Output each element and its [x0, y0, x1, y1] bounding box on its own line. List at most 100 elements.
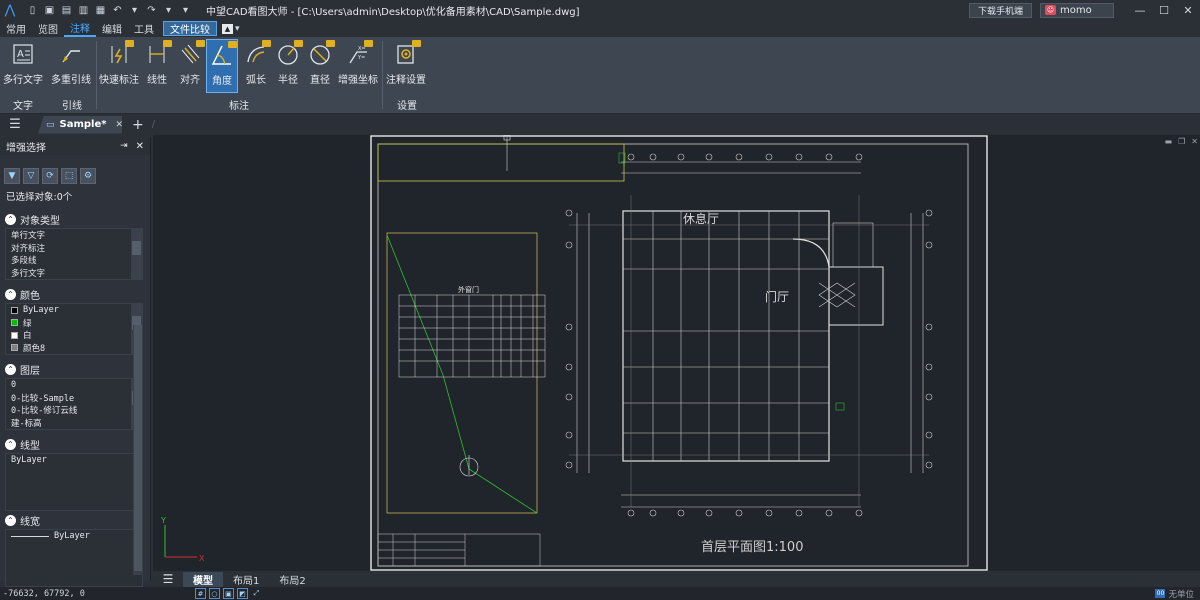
- pin-panel-icon[interactable]: ⇥: [120, 141, 128, 152]
- menu-tab-common[interactable]: 常用: [0, 20, 32, 37]
- section-header[interactable]: ⌃ 图层: [5, 362, 143, 377]
- menu-tab-view[interactable]: 览图: [32, 20, 64, 37]
- grid-icon[interactable]: #: [194, 588, 206, 599]
- collapse-icon[interactable]: ⌃: [5, 515, 16, 526]
- color-name: 颜色8: [23, 343, 46, 354]
- download-mobile-button[interactable]: 下载手机端: [968, 2, 1032, 18]
- ribbon-style-dropdown-icon[interactable]: ▲: [222, 23, 233, 34]
- close-tab-icon[interactable]: ✕: [115, 120, 122, 130]
- list-item[interactable]: 多段线: [6, 254, 142, 267]
- open-file-icon[interactable]: ▣: [43, 4, 56, 17]
- mtext-button[interactable]: A 多行文字: [3, 39, 43, 89]
- print-icon[interactable]: ▦: [94, 4, 107, 17]
- section-header[interactable]: ⌃ 线型: [5, 437, 143, 452]
- radius-dimension-button[interactable]: 半径: [273, 39, 303, 89]
- collapse-icon[interactable]: ⌃: [5, 364, 16, 375]
- quick-dimension-icon: [104, 39, 134, 69]
- list-item[interactable]: 对齐标注: [6, 242, 142, 255]
- close-icon[interactable]: ✕: [1176, 0, 1200, 20]
- redo-icon[interactable]: ↷: [145, 4, 158, 17]
- undo-icon[interactable]: ↶: [111, 4, 124, 17]
- redo-dropdown-icon[interactable]: ▾: [162, 4, 175, 17]
- snap-icon[interactable]: ○: [208, 588, 220, 599]
- clear-filter-icon[interactable]: ▽: [23, 168, 39, 184]
- drawing-canvas[interactable]: ▬ ❐ ✕ 外窗门 休息厅 门厅 首层平面图1:100 Y X: [153, 134, 1200, 571]
- collapse-icon[interactable]: ⌃: [5, 439, 16, 450]
- layout-tab-layout1[interactable]: 布局1: [223, 572, 269, 587]
- canvas-close-icon[interactable]: ✕: [1191, 137, 1198, 146]
- list-item[interactable]: ByLayer: [6, 304, 142, 317]
- multileader-button[interactable]: 多重引线: [50, 39, 92, 89]
- menu-tab-annotate[interactable]: 注释: [64, 20, 96, 37]
- layout-tab-model[interactable]: 模型: [183, 571, 223, 587]
- canvas-restore-icon[interactable]: ❐: [1178, 137, 1185, 146]
- angular-dimension-button[interactable]: 角度: [206, 39, 238, 93]
- layer-list[interactable]: 0 0-比较-Sample 0-比较-修订云线 建-标高: [5, 378, 143, 430]
- object-snap-icon[interactable]: ◩: [236, 588, 248, 599]
- list-item[interactable]: 0-比较-修订云线: [6, 404, 142, 417]
- minimize-icon[interactable]: —: [1128, 0, 1152, 20]
- enhanced-selection-panel: 增强选择 ⇥ ✕ ▼ ▽ ⟳ ⬚ ⚙ 已选择对象:0个 ⌃ 对象类型 单行文字 对…: [0, 137, 151, 587]
- panel-scrollbar[interactable]: [133, 325, 143, 575]
- list-item[interactable]: 绿: [6, 317, 142, 330]
- fullscreen-icon[interactable]: ⤢: [251, 588, 262, 599]
- list-item[interactable]: 单行文字: [6, 229, 142, 242]
- annotation-settings-button[interactable]: 注释设置: [386, 39, 426, 89]
- canvas-minimize-icon[interactable]: ▬: [1165, 137, 1173, 146]
- new-file-icon[interactable]: ▯: [26, 4, 39, 17]
- section-header[interactable]: ⌃ 线宽: [5, 513, 143, 528]
- menu-tab-edit[interactable]: 编辑: [96, 20, 128, 37]
- list-item[interactable]: 颜色8: [6, 342, 142, 355]
- save-icon[interactable]: ▤: [60, 4, 73, 17]
- document-tab-sample[interactable]: ▭ Sample* ✕: [38, 115, 122, 134]
- linear-dimension-button[interactable]: 线性: [142, 39, 172, 89]
- arc-length-button[interactable]: 弧长: [241, 39, 271, 89]
- axis-x-label: X: [199, 554, 205, 563]
- aligned-dimension-button[interactable]: 对齐: [175, 39, 205, 89]
- color-list[interactable]: ByLayer 绿 白 颜色8: [5, 303, 143, 355]
- list-item[interactable]: 多行文字: [6, 267, 142, 280]
- menu-tab-tools[interactable]: 工具: [128, 20, 160, 37]
- list-item[interactable]: 建-标高: [6, 417, 142, 430]
- list-item[interactable]: ByLayer: [6, 454, 142, 467]
- radius-dimension-label: 半径: [278, 75, 298, 86]
- axis-bubbles: [565, 153, 933, 517]
- close-panel-icon[interactable]: ✕: [136, 141, 144, 152]
- section-header[interactable]: ⌃ 颜色: [5, 287, 143, 302]
- save-as-icon[interactable]: ▥: [77, 4, 90, 17]
- collapse-icon[interactable]: ⌃: [5, 289, 16, 300]
- section-header[interactable]: ⌃ 对象类型: [5, 212, 143, 227]
- list-item[interactable]: 白: [6, 329, 142, 342]
- list-item[interactable]: ByLayer: [6, 530, 142, 543]
- ucs-axis-icon: Y X: [160, 516, 205, 563]
- quick-dimension-button[interactable]: 快速标注: [99, 39, 139, 89]
- list-item[interactable]: 0: [6, 379, 142, 392]
- collapse-icon[interactable]: ⌃: [5, 214, 16, 225]
- diameter-dimension-icon: [305, 39, 335, 69]
- layout-menu-icon[interactable]: ☰: [153, 572, 183, 586]
- ortho-icon[interactable]: ▣: [222, 588, 234, 599]
- menu-icon[interactable]: ☰: [0, 117, 30, 132]
- selection-settings-icon[interactable]: ⚙: [80, 168, 96, 184]
- filter-select-icon[interactable]: ▼: [4, 168, 20, 184]
- diameter-dimension-button[interactable]: 直径: [305, 39, 335, 89]
- refresh-icon[interactable]: ⟳: [42, 168, 58, 184]
- ribbon-dropdown-arrow-icon[interactable]: ▾: [235, 24, 240, 34]
- list-scrollbar[interactable]: [131, 229, 142, 279]
- linetype-list[interactable]: ByLayer: [5, 453, 143, 511]
- select-objects-icon[interactable]: ⬚: [61, 168, 77, 184]
- user-account-button[interactable]: ☺ momo: [1040, 2, 1114, 18]
- list-item[interactable]: 0-比较-Sample: [6, 392, 142, 405]
- section-layer: ⌃ 图层 0 0-比较-Sample 0-比较-修订云线 建-标高: [5, 362, 143, 430]
- enhanced-coordinate-button[interactable]: X= Y= 增强坐标: [338, 39, 378, 89]
- lineweight-list[interactable]: ByLayer: [5, 529, 143, 587]
- customize-dropdown-icon[interactable]: ▾: [179, 4, 192, 17]
- menu-tab-file-compare[interactable]: 文件比较: [163, 21, 217, 36]
- maximize-icon[interactable]: ☐: [1152, 0, 1176, 20]
- object-type-list[interactable]: 单行文字 对齐标注 多段线 多行文字: [5, 228, 143, 280]
- aligned-dimension-label: 对齐: [180, 75, 200, 86]
- new-tab-icon[interactable]: +: [132, 117, 144, 133]
- layout-tab-layout2[interactable]: 布局2: [269, 572, 315, 587]
- units-indicator[interactable]: 00 无单位: [1155, 587, 1194, 600]
- undo-dropdown-icon[interactable]: ▾: [128, 4, 141, 17]
